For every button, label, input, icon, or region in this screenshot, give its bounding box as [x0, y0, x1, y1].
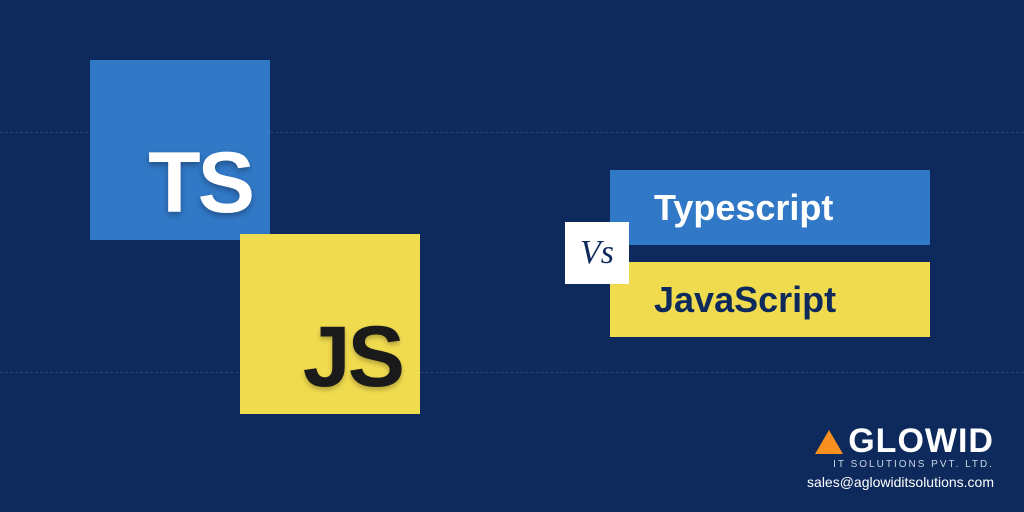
typescript-logo-text: TS	[148, 140, 252, 226]
javascript-label-bar: JavaScript	[610, 262, 930, 337]
typescript-label: Typescript	[654, 187, 833, 229]
vs-text: Vs	[580, 234, 614, 272]
typescript-logo-tile: TS	[90, 60, 270, 240]
javascript-logo-tile: JS	[240, 234, 420, 414]
brand-block: GLOWID IT SOLUTIONS PVT. LTD. sales@aglo…	[807, 422, 994, 490]
brand-triangle-icon	[815, 430, 843, 454]
javascript-label: JavaScript	[654, 279, 836, 321]
brand-email: sales@aglowiditsolutions.com	[807, 474, 994, 490]
brand-subtitle: IT SOLUTIONS PVT. LTD.	[807, 459, 994, 470]
brand-name: GLOWID	[848, 422, 994, 461]
javascript-logo-text: JS	[303, 314, 402, 400]
vs-badge: Vs	[565, 222, 629, 284]
brand-logo-row: GLOWID	[807, 422, 994, 461]
typescript-label-bar: Typescript	[610, 170, 930, 245]
divider-line-bottom	[0, 372, 1024, 373]
